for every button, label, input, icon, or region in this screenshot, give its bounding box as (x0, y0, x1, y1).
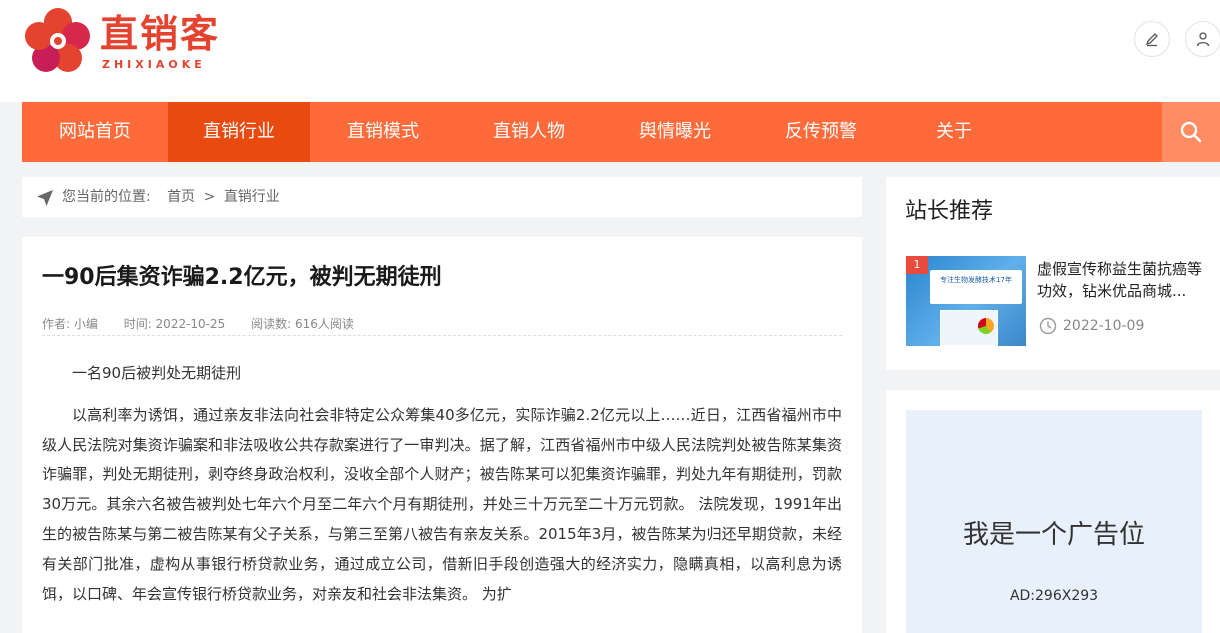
ad-text: 我是一个广告位 (962, 520, 1145, 550)
search-icon (1180, 121, 1202, 143)
nav-item-people[interactable]: 直销人物 (456, 102, 602, 162)
article-body: 一名90后被判处无期徒刑 以高利率为诱饵，通过亲友非法向社会非特定公众筹集40多… (42, 359, 842, 621)
breadcrumb-home[interactable]: 首页 (167, 189, 195, 205)
article: 一90后集资诈骗2.2亿元，被判无期徒刑 作者: 小编 时间: 2022-10-… (22, 237, 862, 633)
nav-item-industry[interactable]: 直销行业 (168, 102, 310, 162)
article-paragraph: 以高利率为诱饵，通过亲友非法向社会非特定公众筹集40多亿元，实际诈骗2.2亿元以… (42, 405, 842, 603)
breadcrumb-prefix: 您当前的位置: (62, 189, 151, 205)
article-meta: 作者: 小编 时间: 2022-10-25 阅读数: 616人阅读 (42, 315, 376, 332)
nav-item-exposure[interactable]: 舆情曝光 (602, 102, 748, 162)
search-button[interactable] (1162, 102, 1220, 162)
product-chart-image (978, 318, 994, 334)
recommend-link[interactable]: 虚假宣传称益生菌抗癌等功效，钻米优品商城... (1037, 258, 1207, 302)
user-icon (1196, 32, 1210, 47)
clock-icon (1039, 317, 1057, 335)
logo-text: 直销客 (100, 11, 221, 56)
article-reads: 阅读数: 616人阅读 (251, 317, 354, 331)
nav-item-home[interactable]: 网站首页 (22, 102, 168, 162)
recommend-thumbnail[interactable]: 1 专注生物发酵技术17年 (906, 256, 1026, 346)
main-nav: 网站首页 直销行业 直销模式 直销人物 舆情曝光 反传预警 关于 (22, 102, 1220, 162)
thumbnail-caption: 专注生物发酵技术17年 (930, 270, 1022, 304)
logo-subtitle: ZHIXIAOKE (102, 58, 206, 71)
site-logo[interactable]: 直销客 ZHIXIAOKE (24, 6, 224, 76)
write-button[interactable] (1134, 21, 1170, 57)
nav-item-warning[interactable]: 反传预警 (748, 102, 894, 162)
flower-logo-icon (25, 8, 90, 72)
recommend-title: 站长推荐 (905, 199, 994, 224)
article-paragraph: 一名90后被判处无期徒刑 (72, 364, 242, 382)
recommend-date: 2022-10-09 (1039, 317, 1144, 335)
breadcrumb: 您当前的位置: 首页 > 直销行业 (22, 177, 862, 217)
pencil-icon (1145, 33, 1158, 47)
user-button[interactable] (1185, 21, 1220, 57)
site-header: 直销客 ZHIXIAOKE (0, 0, 1220, 102)
recommend-date-text: 2022-10-09 (1063, 318, 1145, 334)
recommend-panel: 站长推荐 1 专注生物发酵技术17年 虚假宣传称益生菌抗癌等功效，钻米优品商城.… (886, 177, 1220, 370)
article-author: 作者: 小编 (42, 317, 98, 331)
article-title: 一90后集资诈骗2.2亿元，被判无期徒刑 (42, 265, 442, 290)
ad-slot[interactable]: 我是一个广告位 AD:296X293 (906, 410, 1202, 633)
nav-item-about[interactable]: 关于 (894, 102, 1014, 162)
breadcrumb-current[interactable]: 直销行业 (224, 189, 280, 205)
nav-item-model[interactable]: 直销模式 (310, 102, 456, 162)
rank-badge: 1 (906, 256, 928, 274)
ad-size: AD:296X293 (1009, 588, 1099, 604)
ad-panel: 我是一个广告位 AD:296X293 (886, 390, 1220, 633)
article-time: 时间: 2022-10-25 (123, 317, 226, 331)
location-arrow-icon (37, 190, 53, 206)
article-divider (42, 335, 842, 336)
breadcrumb-separator: > (203, 189, 216, 205)
